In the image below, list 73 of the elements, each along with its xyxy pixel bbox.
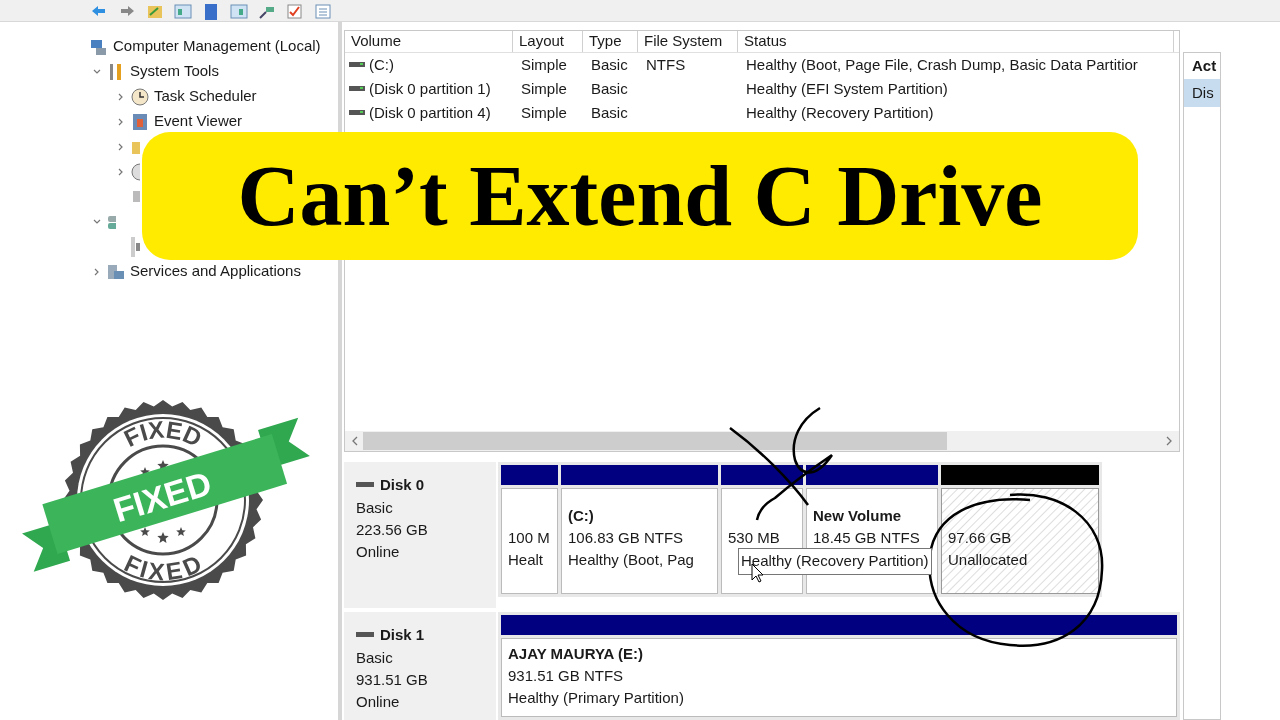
table-cell-text: Healthy (Recovery Partition) [746, 102, 934, 123]
services-icon [107, 262, 125, 281]
table-cell-text: Simple [521, 102, 567, 123]
disk-detail: Online [356, 541, 401, 562]
partition[interactable]: 100 M Healt [501, 488, 558, 594]
drive-icon [349, 109, 365, 117]
scrollbar-thumb[interactable] [363, 432, 947, 450]
table-cell-text: (C:) [369, 54, 394, 75]
table-cell-text: Basic [591, 102, 628, 123]
partition-name: AJAY MAURYA (E:) [508, 644, 644, 664]
column-header[interactable]: File System [638, 31, 738, 52]
event-log-icon [131, 112, 149, 131]
partition-size: 100 M [508, 528, 550, 548]
table-cell-text: (Disk 0 partition 1) [369, 78, 491, 99]
action-item[interactable]: Dis [1184, 79, 1220, 107]
partition-status: Unallocated [948, 550, 1028, 570]
tree-item[interactable]: Services and Applications [130, 260, 301, 283]
partition-status: Healthy (Boot, Pag [568, 550, 694, 570]
drive-icon [356, 632, 374, 639]
column-header[interactable]: Type [583, 31, 638, 52]
disk-detail: 931.51 GB [356, 669, 429, 690]
tree-item[interactable]: Task Scheduler [154, 85, 257, 108]
clock-icon [131, 87, 149, 106]
stamp-top-text: FIXED [119, 415, 206, 452]
computer-icon [90, 37, 108, 56]
table-cell-text: Basic [591, 54, 628, 75]
table-cell-text: Simple [521, 54, 567, 75]
table-cell-text: (Disk 0 partition 4) [369, 102, 491, 123]
column-header[interactable]: Status [738, 31, 1174, 52]
partition[interactable]: AJAY MAURYA (E:) 931.51 GB NTFS Healthy (Primary Partition) [501, 638, 1177, 717]
actions-header: Act [1191, 55, 1218, 76]
tree-item[interactable]: Event Viewer [154, 110, 243, 133]
partition-status: Healthy (Primary Partition) [508, 688, 684, 708]
panel-icon[interactable] [230, 3, 248, 21]
checkmark-icon[interactable] [286, 3, 304, 21]
stamp-bottom-text: FIXED [120, 549, 206, 586]
scroll-left-icon[interactable] [351, 436, 359, 446]
disk-detail: Basic [356, 647, 394, 668]
partition-status: Healt [508, 550, 544, 570]
partition-size: 530 MB [728, 528, 780, 548]
disk-detail: Online [356, 691, 401, 712]
table-cell-text: Simple [521, 78, 567, 99]
ribbon-text: FIXED [108, 463, 216, 530]
column-header[interactable]: Layout [513, 31, 583, 52]
partition-name: New Volume [813, 506, 902, 526]
disk-detail: 223.56 GB [356, 519, 429, 540]
folder-icon[interactable] [146, 3, 164, 21]
unallocated-space[interactable]: 97.66 GB Unallocated [941, 488, 1099, 594]
partition-bar [501, 465, 558, 485]
table-cell-text: Basic [591, 78, 628, 99]
tree-item[interactable]: System Tools [130, 60, 219, 83]
drive-icon [349, 85, 365, 93]
table-cell-text: Healthy (Boot, Page File, Crash Dump, Basic Data Partitior [746, 54, 1138, 75]
partition-size: 18.45 GB NTFS [813, 528, 920, 548]
panel-icon[interactable] [174, 3, 192, 21]
table-cell-text: NTFS [646, 54, 686, 75]
disk-name: Disk 0 [380, 475, 425, 495]
drive-icon [349, 61, 365, 69]
tree-item[interactable]: Computer Management (Local) [113, 35, 321, 58]
table-cell-text: Healthy (EFI System Partition) [746, 78, 948, 99]
partition-size: 106.83 GB NTFS [568, 528, 684, 548]
partition-name: (C:) [568, 506, 594, 526]
horizontal-scrollbar[interactable] [345, 431, 1179, 451]
partition-size: 931.51 GB NTFS [508, 666, 624, 686]
drive-icon [356, 482, 374, 489]
partition[interactable]: (C:) 106.83 GB NTFS Healthy (Boot, Pag [561, 488, 718, 594]
partition-size: 97.66 GB [948, 528, 1012, 548]
disk-detail: Basic [356, 497, 394, 518]
scroll-right-icon[interactable] [1165, 436, 1173, 446]
title-banner: Can’t Extend C Drive [142, 132, 1138, 260]
tooltip: Healthy (Recovery Partition) [738, 548, 932, 575]
disk-name: Disk 1 [380, 625, 425, 645]
column-header[interactable]: Volume [345, 31, 513, 52]
